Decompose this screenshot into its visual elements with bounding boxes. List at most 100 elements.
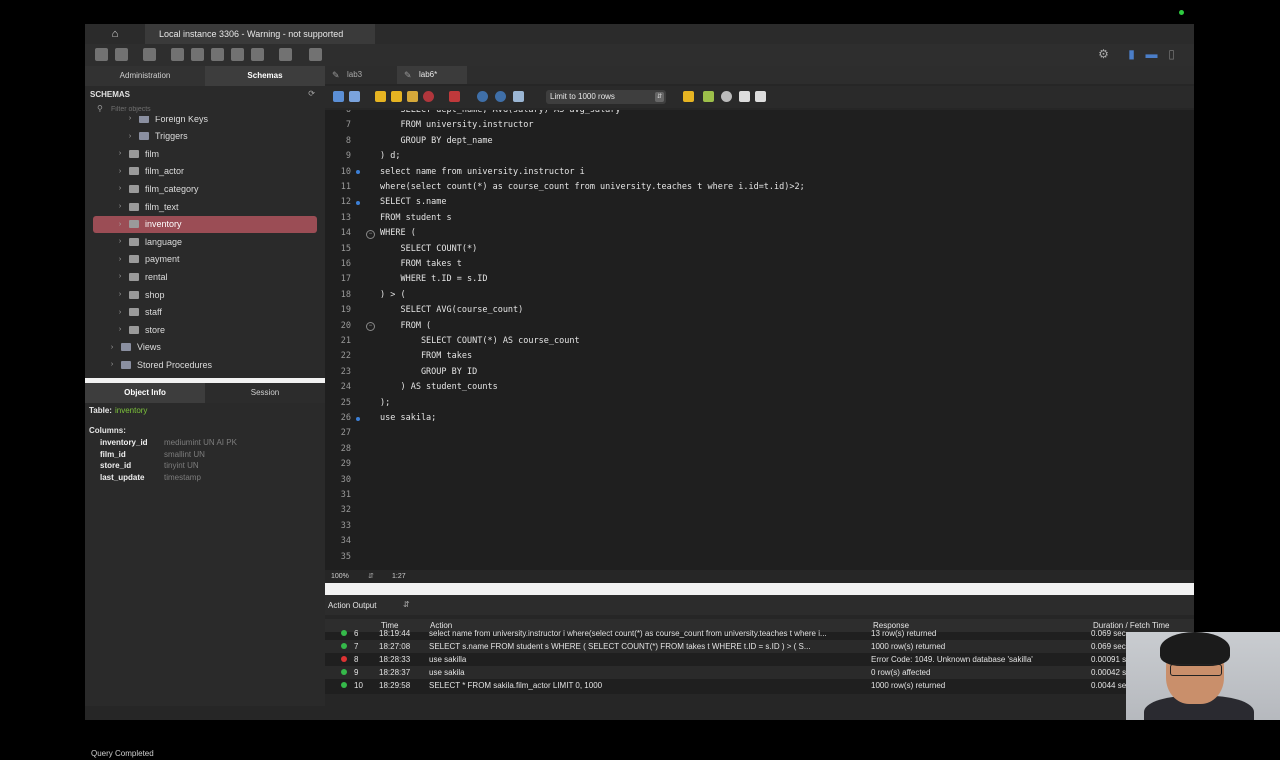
code-line[interactable]: use sakila; <box>380 411 1180 426</box>
code-line[interactable]: WHERE ( <box>380 226 1180 241</box>
tree-item[interactable]: › Stored Procedures <box>107 356 212 372</box>
tab-session[interactable]: Session <box>205 383 325 403</box>
code-line[interactable]: SELECT AVG(course_count) <box>380 303 1180 318</box>
home-icon[interactable]: ⌂ <box>85 24 145 44</box>
tree-item[interactable]: › language <box>115 233 182 250</box>
code-line[interactable]: select name from university.instructor i <box>380 165 1180 180</box>
tab-lab6[interactable]: ✎ lab6* <box>397 66 467 84</box>
tree-item[interactable]: › staff <box>115 304 162 321</box>
connection-tab[interactable]: Local instance 3306 - Warning - not supp… <box>145 24 375 44</box>
tree-item[interactable]: › rental <box>115 268 168 285</box>
output-row[interactable]: 8 18:28:33 use sakilla Error Code: 1049. Un… <box>325 653 1194 666</box>
find-replace-icon[interactable] <box>703 91 714 102</box>
code-line[interactable] <box>380 426 1180 441</box>
chevron-right-icon[interactable]: › <box>115 309 125 316</box>
fold-toggle-icon[interactable]: − <box>366 322 375 332</box>
tree-item[interactable]: › payment <box>115 251 180 268</box>
code-line[interactable] <box>380 550 1180 565</box>
reconnect-icon[interactable] <box>309 48 322 61</box>
tab-object-info[interactable]: Object Info <box>85 383 205 403</box>
zoom-stepper-icon[interactable]: ⇵ <box>368 572 374 580</box>
code-line[interactable]: FROM student s <box>380 211 1180 226</box>
code-line[interactable] <box>380 442 1180 457</box>
chevron-right-icon[interactable]: › <box>107 361 117 368</box>
tree-item[interactable]: › store <box>115 321 165 338</box>
toggle-error-continue-icon[interactable] <box>449 91 460 102</box>
code-line[interactable] <box>380 503 1180 518</box>
tree-item[interactable]: › Foreign Keys <box>125 116 208 127</box>
code-line[interactable]: FROM takes <box>380 349 1180 364</box>
tree-item[interactable]: › inventory <box>93 215 317 233</box>
rollback-icon[interactable] <box>495 91 506 102</box>
chevron-right-icon[interactable]: › <box>107 344 117 351</box>
code-line[interactable]: SELECT s.name <box>380 195 1180 210</box>
tree-item[interactable]: › Triggers <box>125 128 188 145</box>
code-line[interactable]: FROM university.instructor <box>380 118 1180 133</box>
code-line[interactable]: SELECT COUNT(*) AS course_count <box>380 334 1180 349</box>
code-line[interactable]: where(select count(*) as course_count fr… <box>380 180 1180 195</box>
create-procedure-icon[interactable] <box>231 48 244 61</box>
code-line[interactable]: ) AS student_counts <box>380 380 1180 395</box>
chevron-right-icon[interactable]: › <box>115 256 125 263</box>
settings-gear-icon[interactable]: ⚙ <box>1097 48 1110 61</box>
chevron-right-icon[interactable]: › <box>115 326 125 333</box>
create-schema-icon[interactable] <box>171 48 184 61</box>
invisible-chars-icon[interactable] <box>739 91 750 102</box>
output-row[interactable]: 6 18:19:44 select name from university.ins… <box>325 627 1194 640</box>
create-view-icon[interactable] <box>211 48 224 61</box>
execute-icon[interactable] <box>375 91 386 102</box>
code-line[interactable] <box>380 457 1180 472</box>
execute-current-icon[interactable] <box>391 91 402 102</box>
chevron-right-icon[interactable]: › <box>115 185 125 192</box>
search-icon[interactable] <box>721 91 732 102</box>
filter-objects-input[interactable] <box>111 104 311 115</box>
chevron-right-icon[interactable]: › <box>115 168 125 175</box>
tree-item[interactable]: › Views <box>107 339 161 356</box>
code-line[interactable]: SELECT COUNT(*) <box>380 242 1180 257</box>
chevron-right-icon[interactable]: › <box>115 150 125 157</box>
chevron-right-icon[interactable]: › <box>125 133 135 140</box>
create-table-icon[interactable] <box>191 48 204 61</box>
open-sql-script-icon[interactable] <box>115 48 128 61</box>
chevron-right-icon[interactable]: › <box>115 203 125 210</box>
wrap-lines-icon[interactable] <box>755 91 766 102</box>
toggle-secondary-sidebar-icon[interactable]: ▯ <box>1165 48 1178 61</box>
tab-administration[interactable]: Administration <box>85 66 205 86</box>
tree-item[interactable]: › film_actor <box>115 163 184 180</box>
refresh-schemas-icon[interactable]: ⟳ <box>308 89 315 98</box>
tree-item[interactable]: › film_text <box>115 198 179 215</box>
code-line[interactable]: WHERE t.ID = s.ID <box>380 272 1180 287</box>
code-line[interactable]: FROM ( <box>380 319 1180 334</box>
code-line[interactable]: SELECT dept_name, AVG(salary) AS avg_sal… <box>380 110 1180 118</box>
code-line[interactable] <box>380 488 1180 503</box>
chevron-right-icon[interactable]: › <box>115 273 125 280</box>
sql-editor[interactable]: 6 SELECT dept_name, AVG(salary) AS avg_s… <box>325 110 1194 570</box>
output-row[interactable]: 10 18:29:58 SELECT * FROM sakila.film_acto… <box>325 679 1194 692</box>
output-row[interactable]: 9 18:28:37 use sakila 0 row(s) affected 0.00… <box>325 666 1194 679</box>
new-sql-tab-icon[interactable] <box>95 48 108 61</box>
output-select-chevron-icon[interactable]: ⇵ <box>403 600 410 609</box>
output-row[interactable]: 7 18:27:08 SELECT s.name FROM student s WH… <box>325 640 1194 653</box>
code-line[interactable]: FROM takes t <box>380 257 1180 272</box>
tree-item[interactable]: › film_category <box>115 180 199 197</box>
commit-icon[interactable] <box>477 91 488 102</box>
code-line[interactable] <box>380 534 1180 549</box>
create-function-icon[interactable] <box>251 48 264 61</box>
auto-commit-icon[interactable] <box>513 91 524 102</box>
toggle-output-icon[interactable]: ▬ <box>1145 48 1158 61</box>
stop-icon[interactable] <box>423 91 434 102</box>
tab-lab3[interactable]: ✎ lab3 <box>325 66 395 84</box>
schema-inspector-icon[interactable] <box>143 48 156 61</box>
code-line[interactable]: GROUP BY ID <box>380 365 1180 380</box>
code-line[interactable]: ); <box>380 396 1180 411</box>
beautify-icon[interactable] <box>683 91 694 102</box>
save-file-icon[interactable] <box>349 91 360 102</box>
tree-item[interactable]: › shop <box>115 286 165 303</box>
code-line[interactable]: ) d; <box>380 149 1180 164</box>
fold-toggle-icon[interactable]: − <box>366 229 375 239</box>
tree-item[interactable]: › film <box>115 145 159 162</box>
toggle-sidebar-icon[interactable]: ▮ <box>1125 48 1138 61</box>
chevron-right-icon[interactable]: › <box>115 291 125 298</box>
chevron-right-icon[interactable]: › <box>115 221 125 228</box>
tab-schemas[interactable]: Schemas <box>205 66 325 86</box>
